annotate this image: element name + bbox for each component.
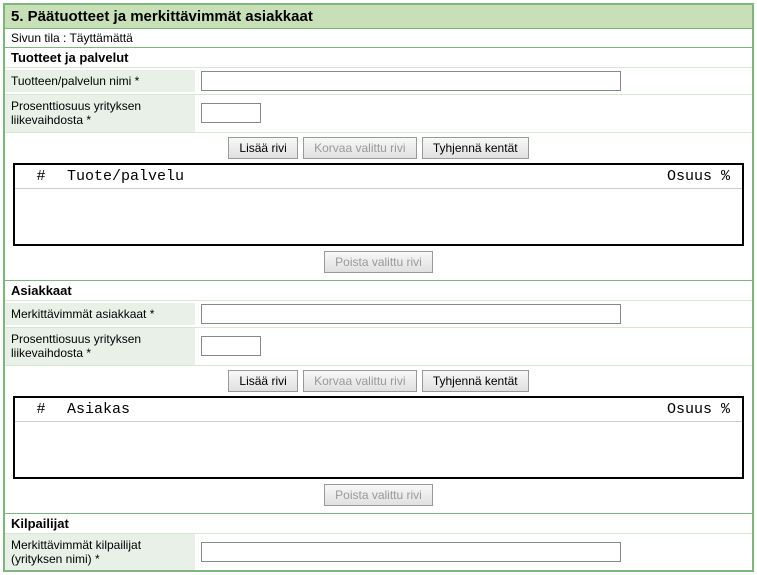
customer-name-input[interactable] [201, 304, 621, 324]
products-col-share: Osuus % [636, 168, 736, 185]
products-col-main: Tuote/palvelu [61, 168, 636, 185]
products-table[interactable]: # Tuote/palvelu Osuus % [13, 163, 744, 246]
customers-col-share: Osuus % [636, 401, 736, 418]
customer-percent-input[interactable] [201, 336, 261, 356]
competitors-section: Kilpailijat Merkittävimmät kilpailijat (… [4, 514, 753, 572]
product-name-input[interactable] [201, 71, 621, 91]
products-delete-button[interactable]: Poista valittu rivi [324, 251, 433, 273]
customers-table-body[interactable] [15, 422, 742, 477]
customers-col-num: # [21, 401, 61, 418]
customers-replace-button[interactable]: Korvaa valittu rivi [303, 370, 416, 392]
customers-col-main: Asiakas [61, 401, 636, 418]
section-title: 5. Päätuotteet ja merkittävimmät asiakka… [4, 4, 753, 29]
customers-table[interactable]: # Asiakas Osuus % [13, 396, 744, 479]
products-section: Tuotteet ja palvelut Tuotteen/palvelun n… [4, 48, 753, 281]
products-add-button[interactable]: Lisää rivi [228, 137, 297, 159]
customers-section: Asiakkaat Merkittävimmät asiakkaat * Pro… [4, 281, 753, 514]
products-replace-button[interactable]: Korvaa valittu rivi [303, 137, 416, 159]
competitor-name-label: Merkittävimmät kilpailijat (yrityksen ni… [5, 534, 195, 571]
product-name-label: Tuotteen/palvelun nimi * [5, 70, 195, 92]
customers-delete-button[interactable]: Poista valittu rivi [324, 484, 433, 506]
products-col-num: # [21, 168, 61, 185]
products-table-body[interactable] [15, 189, 742, 244]
customer-name-label: Merkittävimmät asiakkaat * [5, 303, 195, 325]
customer-percent-label: Prosenttiosuus yrityksen liikevaihdosta … [5, 328, 195, 365]
competitors-heading: Kilpailijat [5, 514, 752, 533]
customers-clear-button[interactable]: Tyhjennä kentät [422, 370, 529, 392]
product-percent-label: Prosenttiosuus yrityksen liikevaihdosta … [5, 95, 195, 132]
products-clear-button[interactable]: Tyhjennä kentät [422, 137, 529, 159]
page-status: Sivun tila : Täyttämättä [4, 29, 753, 48]
customers-heading: Asiakkaat [5, 281, 752, 300]
products-heading: Tuotteet ja palvelut [5, 48, 752, 67]
product-percent-input[interactable] [201, 103, 261, 123]
customers-add-button[interactable]: Lisää rivi [228, 370, 297, 392]
